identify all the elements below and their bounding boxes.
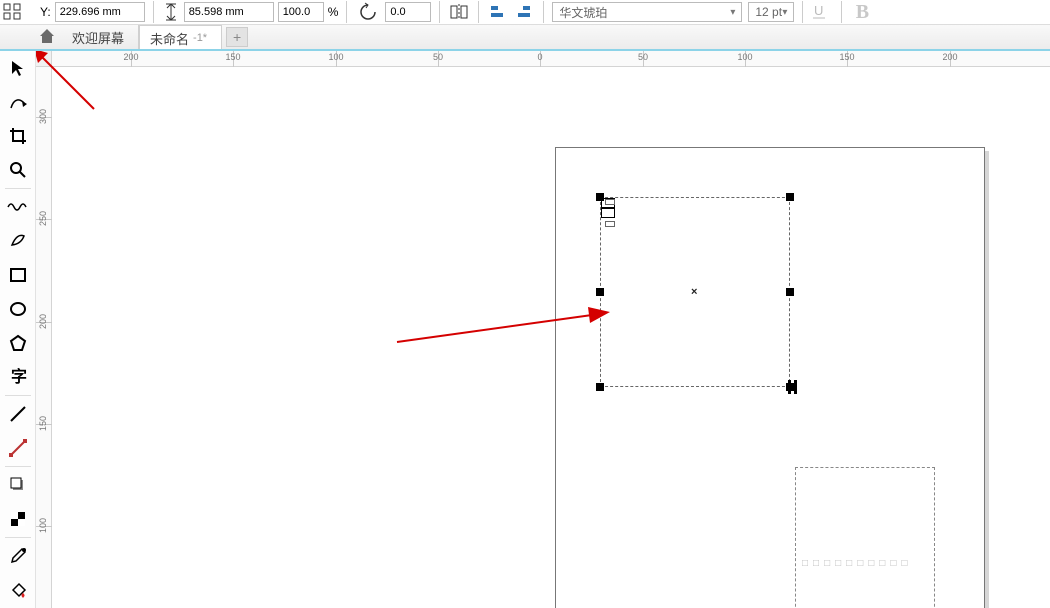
placeholder-glyphs: □□□□□□□□□□ — [802, 558, 928, 569]
eyedropper-tool[interactable] — [1, 539, 35, 573]
secondary-text-frame[interactable]: □□□□□□□□□□ — [795, 467, 935, 608]
main-area: 字 20015010050050100150200 30025020015010… — [0, 51, 1050, 608]
vertical-ruler[interactable]: 300250200150100 — [36, 67, 52, 608]
scale-input[interactable]: 100.0 — [278, 2, 324, 22]
tab-document-name: 未命名 — [150, 29, 189, 48]
separator — [802, 1, 803, 23]
fill-tool[interactable] — [1, 573, 35, 607]
transparency-tool[interactable] — [1, 502, 35, 536]
height-value: 85.598 mm — [189, 6, 244, 18]
align-left-icon[interactable] — [487, 1, 509, 23]
horizontal-ruler[interactable]: 20015010050050100150200 — [36, 51, 1050, 67]
drawing-canvas[interactable]: × □□□□□□□□□□ — [52, 67, 1050, 608]
separator — [543, 1, 544, 23]
connector-tool[interactable] — [1, 431, 35, 465]
pick-tool[interactable] — [1, 51, 35, 85]
toolbox-separator — [5, 466, 31, 467]
bold-button[interactable]: B — [850, 0, 874, 24]
selection-center-mark: × — [691, 286, 697, 298]
rotation-input[interactable]: 0.0 — [385, 2, 431, 22]
font-size-select[interactable]: 12 pt ▾ — [748, 2, 794, 22]
height-icon — [162, 3, 180, 21]
line-tool[interactable] — [1, 397, 35, 431]
ruler-origin-corner[interactable] — [36, 51, 52, 67]
rotation-value: 0.0 — [390, 6, 405, 18]
text-overflow-indicator[interactable] — [785, 380, 805, 396]
align-right-icon[interactable] — [513, 1, 535, 23]
chevron-down-icon: ▾ — [782, 7, 787, 18]
zoom-tool[interactable] — [1, 153, 35, 187]
rectangle-tool[interactable] — [1, 258, 35, 292]
home-icon[interactable] — [36, 25, 58, 47]
polygon-tool[interactable] — [1, 326, 35, 360]
tab-document-suffix: -1* — [193, 32, 207, 44]
text-tool[interactable]: 字 — [1, 360, 35, 394]
handle-bottom-left[interactable] — [596, 383, 604, 391]
font-family-value: 华文琥珀 — [559, 4, 607, 21]
svg-text:U: U — [814, 3, 823, 18]
height-input[interactable]: 85.598 mm — [184, 2, 274, 22]
chevron-down-icon: ▾ — [730, 7, 735, 18]
property-bar: Y: 229.696 mm 85.598 mm 100.0 % — [0, 0, 1050, 25]
frame-link-tabs — [605, 199, 615, 227]
separator — [841, 1, 842, 23]
document-tab-strip: 欢迎屏幕 未命名 -1* + — [0, 25, 1050, 51]
separator — [153, 1, 154, 23]
drop-shadow-tool[interactable] — [1, 468, 35, 502]
scale-value: 100.0 — [283, 6, 311, 18]
y-position-value: 229.696 mm — [60, 6, 121, 18]
selected-text-frame[interactable]: × — [600, 197, 790, 387]
shape-edit-tool[interactable] — [1, 85, 35, 119]
handle-middle-right[interactable] — [786, 288, 794, 296]
handle-middle-left[interactable] — [596, 288, 604, 296]
percent-sign: % — [328, 5, 339, 19]
new-tab-button[interactable]: + — [226, 27, 248, 47]
crop-tool[interactable] — [1, 119, 35, 153]
ellipse-tool[interactable] — [1, 292, 35, 326]
y-position-input[interactable]: 229.696 mm — [55, 2, 145, 22]
separator — [439, 1, 440, 23]
handle-top-right[interactable] — [786, 193, 794, 201]
rotate-icon — [355, 1, 381, 23]
toolbox-separator — [5, 395, 31, 396]
toolbox: 字 — [0, 51, 36, 608]
separator — [478, 1, 479, 23]
font-size-value: 12 pt — [755, 5, 782, 19]
align-icons — [487, 1, 535, 23]
tab-welcome[interactable]: 欢迎屏幕 — [62, 25, 139, 49]
artistic-media-tool[interactable] — [1, 224, 35, 258]
handle-top-left[interactable] — [596, 193, 604, 201]
mirror-horizontal-icon[interactable] — [448, 1, 470, 23]
workspace[interactable]: 20015010050050100150200 300250200150100 … — [36, 51, 1050, 608]
svg-text:字: 字 — [11, 367, 27, 386]
underline-icon[interactable]: U — [811, 2, 833, 23]
tab-document[interactable]: 未命名 -1* — [139, 25, 222, 49]
freehand-tool[interactable] — [1, 190, 35, 224]
tab-welcome-label: 欢迎屏幕 — [72, 28, 124, 47]
font-family-select[interactable]: 华文琥珀 ▾ — [552, 2, 742, 22]
object-position-icon — [2, 2, 30, 22]
separator — [346, 1, 347, 23]
toolbox-separator — [5, 188, 31, 189]
toolbox-separator — [5, 537, 31, 538]
y-label: Y: — [40, 5, 51, 19]
